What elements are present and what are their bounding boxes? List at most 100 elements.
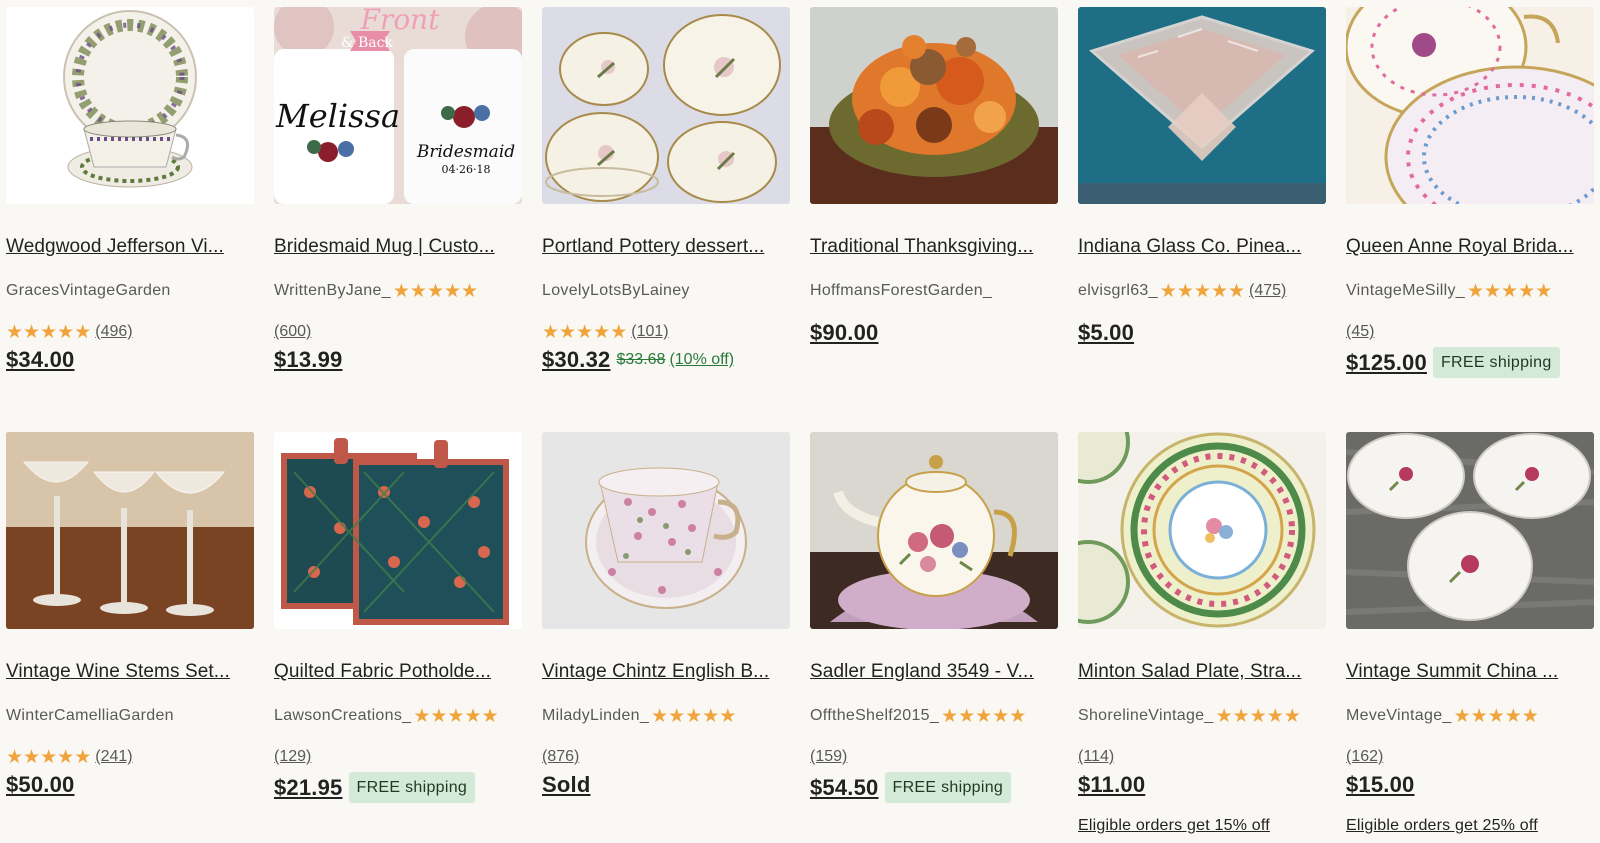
listing-card[interactable]: Queen Anne Royal Brida... VintageMeSilly…	[1346, 7, 1594, 418]
sale-price[interactable]: $30.32	[542, 347, 611, 373]
review-count[interactable]: (162)	[1346, 748, 1383, 766]
listing-title[interactable]: Wedgwood Jefferson Vi...	[6, 235, 254, 259]
listing-image[interactable]	[6, 7, 254, 204]
star-icon: ★	[1504, 705, 1522, 727]
star-icon: ★	[464, 705, 482, 727]
listing-card[interactable]: Vintage Chintz English B... MiladyLinden…	[542, 432, 790, 843]
promo-text[interactable]: Eligible orders get 15% off	[1078, 817, 1270, 835]
star-icon: ★	[447, 705, 465, 727]
listing-image[interactable]	[6, 432, 254, 629]
listing-image[interactable]	[1346, 432, 1594, 629]
price[interactable]: $5.00	[1078, 320, 1134, 346]
listing-title[interactable]: Minton Salad Plate, Stra...	[1078, 660, 1326, 684]
listing-card[interactable]: Traditional Thanksgiving... HoffmansFore…	[810, 7, 1058, 418]
listing-title[interactable]: Traditional Thanksgiving...	[810, 235, 1058, 259]
shop-name[interactable]: LawsonCreations_	[274, 707, 411, 725]
review-count[interactable]: (45)	[1346, 323, 1374, 341]
shop-name[interactable]: WinterCamelliaGarden	[6, 707, 174, 725]
listing-title[interactable]: Quilted Fabric Potholde...	[274, 660, 522, 684]
shop-name[interactable]: OfftheShelf2015_	[810, 707, 939, 725]
star-rating: ★ ★ ★ ★ ★	[6, 748, 91, 767]
star-icon: ★	[461, 280, 479, 302]
review-count[interactable]: (101)	[631, 323, 668, 341]
listing-image[interactable]	[810, 7, 1058, 204]
listing-title[interactable]: Indiana Glass Co. Pinea...	[1078, 235, 1326, 259]
listing-card[interactable]: Quilted Fabric Potholde... LawsonCreatio…	[274, 432, 522, 843]
shop-name[interactable]: WrittenByJane_	[274, 282, 391, 300]
shop-line: MeveVintage_ ★ ★ ★ ★ ★	[1346, 705, 1594, 727]
potholders-image	[274, 432, 522, 629]
price[interactable]: $34.00	[6, 347, 75, 373]
review-count[interactable]: (114)	[1078, 748, 1114, 766]
price[interactable]: $13.99	[274, 347, 343, 373]
price[interactable]: $15.00	[1346, 772, 1415, 798]
listing-card[interactable]: Sadler England 3549 - V... OfftheShelf20…	[810, 432, 1058, 843]
listing-title[interactable]: Vintage Wine Stems Set...	[6, 660, 254, 684]
review-count[interactable]: (159)	[810, 748, 847, 766]
shop-name[interactable]: LovelyLotsByLainey	[542, 282, 690, 300]
rating-line: ★ ★ ★ ★ ★ (241)	[6, 746, 133, 768]
shop-name[interactable]: HoffmansForestGarden_	[810, 282, 992, 300]
rating-line: (114)	[1078, 746, 1114, 768]
sold-status[interactable]: Sold	[542, 772, 590, 798]
rating-line: ★ ★ ★ ★ ★ (496)	[6, 321, 133, 343]
shop-name[interactable]: MiladyLinden_	[542, 707, 649, 725]
listing-image[interactable]	[1078, 432, 1326, 629]
review-count[interactable]: (876)	[542, 748, 579, 766]
listing-card[interactable]: Minton Salad Plate, Stra... ShorelineVin…	[1078, 432, 1326, 843]
price-line: $125.00 FREE shipping	[1346, 347, 1560, 378]
listing-title[interactable]: Vintage Summit China ...	[1346, 660, 1594, 684]
price[interactable]: $21.95	[274, 775, 343, 801]
listing-image[interactable]	[274, 432, 522, 629]
shop-name[interactable]: elvisgrl63_	[1078, 282, 1158, 300]
shop-line: elvisgrl63_ ★ ★ ★ ★ ★ (475)	[1078, 280, 1326, 302]
listing-title[interactable]: Sadler England 3549 - V...	[810, 660, 1058, 684]
price[interactable]: $125.00	[1346, 350, 1427, 376]
review-count[interactable]: (600)	[274, 323, 311, 341]
shop-line: OfftheShelf2015_ ★ ★ ★ ★ ★	[810, 705, 1058, 727]
star-icon: ★	[1176, 280, 1194, 302]
shop-name[interactable]: ShorelineVintage_	[1078, 707, 1214, 725]
star-icon: ★	[1249, 705, 1267, 727]
review-count[interactable]: (475)	[1249, 282, 1286, 300]
star-icon: ★	[1535, 280, 1553, 302]
shop-name[interactable]: GracesVintageGarden	[6, 282, 171, 300]
price[interactable]: $90.00	[810, 320, 879, 346]
listing-card[interactable]: Vintage Summit China ... MeveVintage_ ★ ★…	[1346, 432, 1594, 843]
star-icon: ★	[57, 321, 75, 343]
wine-glasses-image	[6, 432, 254, 629]
price[interactable]: $11.00	[1078, 772, 1145, 798]
listing-image[interactable]	[542, 432, 790, 629]
star-icon: ★	[702, 705, 720, 727]
price[interactable]: $54.50	[810, 775, 879, 801]
review-count[interactable]: (241)	[95, 748, 132, 766]
listing-image[interactable]: & Back Front Melissa Bridesmaid 04·26·18	[274, 7, 522, 204]
listing-title[interactable]: Queen Anne Royal Brida...	[1346, 235, 1594, 259]
listing-card[interactable]: Portland Pottery dessert... LovelyLotsBy…	[542, 7, 790, 418]
listing-title[interactable]: Portland Pottery dessert...	[542, 235, 790, 259]
review-count[interactable]: (496)	[95, 323, 132, 341]
shop-name[interactable]: VintageMeSilly_	[1346, 282, 1465, 300]
listing-card[interactable]: Indiana Glass Co. Pinea... elvisgrl63_ ★…	[1078, 7, 1326, 418]
shop-line: HoffmansForestGarden_	[810, 280, 1058, 302]
listing-title[interactable]: Bridesmaid Mug | Custo...	[274, 235, 522, 259]
review-count[interactable]: (129)	[274, 748, 311, 766]
listing-card[interactable]: Wedgwood Jefferson Vi... GracesVintageGa…	[6, 7, 254, 418]
original-price: $33.68	[616, 351, 666, 368]
star-icon: ★	[1232, 705, 1250, 727]
listing-image[interactable]	[1346, 7, 1594, 204]
promo-text[interactable]: Eligible orders get 25% off	[1346, 817, 1538, 835]
listing-card[interactable]: Vintage Wine Stems Set... WinterCamellia…	[6, 432, 254, 843]
listing-title[interactable]: Vintage Chintz English B...	[542, 660, 790, 684]
svg-text:Front: Front	[360, 7, 441, 36]
price[interactable]: $50.00	[6, 772, 75, 798]
shop-name[interactable]: MeveVintage_	[1346, 707, 1452, 725]
listing-image[interactable]	[810, 432, 1058, 629]
free-shipping-badge: FREE shipping	[348, 772, 476, 803]
star-icon: ★	[668, 705, 686, 727]
price-line: $13.99	[274, 347, 343, 373]
listing-card[interactable]: & Back Front Melissa Bridesmaid 04·26·18…	[274, 7, 522, 418]
listing-image[interactable]	[1078, 7, 1326, 204]
star-icon: ★	[1009, 705, 1027, 727]
listing-image[interactable]	[542, 7, 790, 204]
